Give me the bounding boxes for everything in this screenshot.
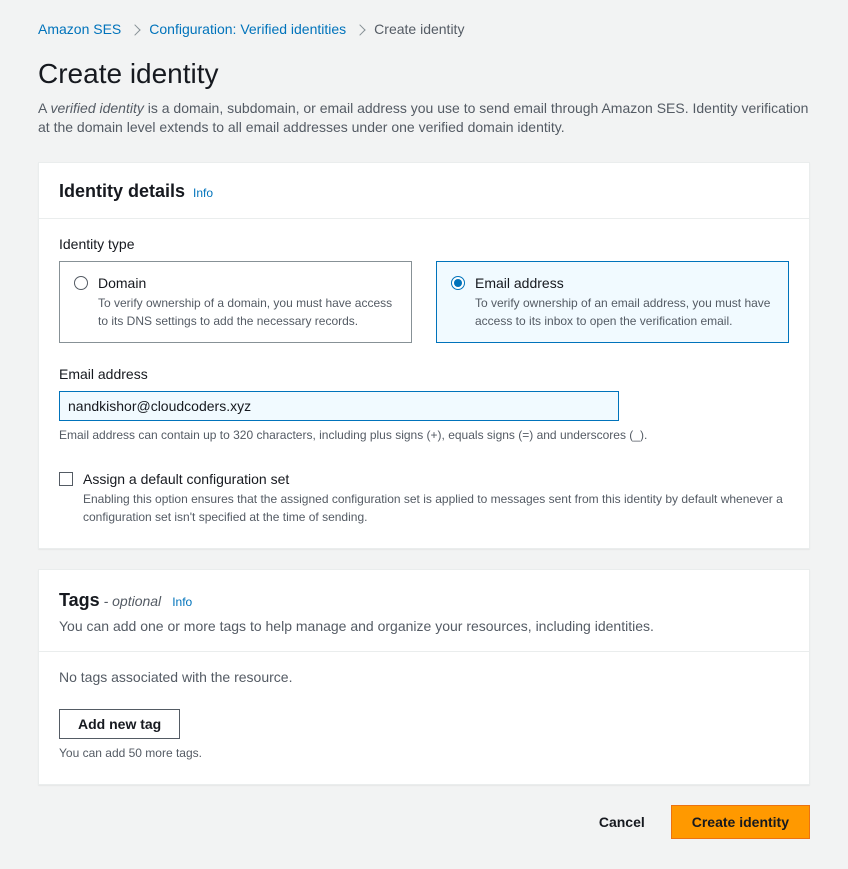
breadcrumb-current: Create identity <box>374 20 464 40</box>
email-address-input[interactable] <box>59 391 619 421</box>
identity-type-domain-tile[interactable]: Domain To verify ownership of a domain, … <box>59 261 412 343</box>
identity-type-label: Identity type <box>59 235 789 255</box>
tags-limit-hint: You can add 50 more tags. <box>59 745 789 762</box>
tile-desc: To verify ownership of an email address,… <box>475 295 774 330</box>
no-tags-message: No tags associated with the resource. <box>59 668 789 688</box>
page-title: Create identity <box>38 54 810 93</box>
identity-details-heading: Identity details <box>59 179 185 204</box>
cancel-button[interactable]: Cancel <box>581 806 663 838</box>
radio-icon <box>451 276 465 290</box>
assign-config-set-label: Assign a default configuration set <box>83 470 789 490</box>
breadcrumb: Amazon SES Configuration: Verified ident… <box>38 20 810 40</box>
identity-details-panel: Identity details Info Identity type Doma… <box>38 162 810 549</box>
tags-panel: Tags - optional Info You can add one or … <box>38 569 810 785</box>
breadcrumb-root[interactable]: Amazon SES <box>38 20 121 40</box>
email-address-label: Email address <box>59 365 789 385</box>
breadcrumb-verified-identities[interactable]: Configuration: Verified identities <box>149 20 346 40</box>
create-identity-button[interactable]: Create identity <box>671 805 810 839</box>
assign-config-set-checkbox[interactable] <box>59 472 73 486</box>
tags-heading: Tags - optional <box>59 590 166 610</box>
tile-title: Email address <box>475 274 774 294</box>
tags-info-link[interactable]: Info <box>172 595 192 609</box>
tags-desc: You can add one or more tags to help man… <box>59 617 789 637</box>
tile-title: Domain <box>98 274 397 294</box>
assign-config-set-hint: Enabling this option ensures that the as… <box>83 491 789 526</box>
radio-icon <box>74 276 88 290</box>
footer-actions: Cancel Create identity <box>38 805 810 839</box>
page-description: A verified identity is a domain, subdoma… <box>38 99 810 138</box>
identity-details-info-link[interactable]: Info <box>193 185 213 202</box>
chevron-right-icon <box>130 24 141 35</box>
identity-type-email-tile[interactable]: Email address To verify ownership of an … <box>436 261 789 343</box>
email-address-hint: Email address can contain up to 320 char… <box>59 427 789 444</box>
chevron-right-icon <box>355 24 366 35</box>
add-new-tag-button[interactable]: Add new tag <box>59 709 180 739</box>
tile-desc: To verify ownership of a domain, you mus… <box>98 295 397 330</box>
